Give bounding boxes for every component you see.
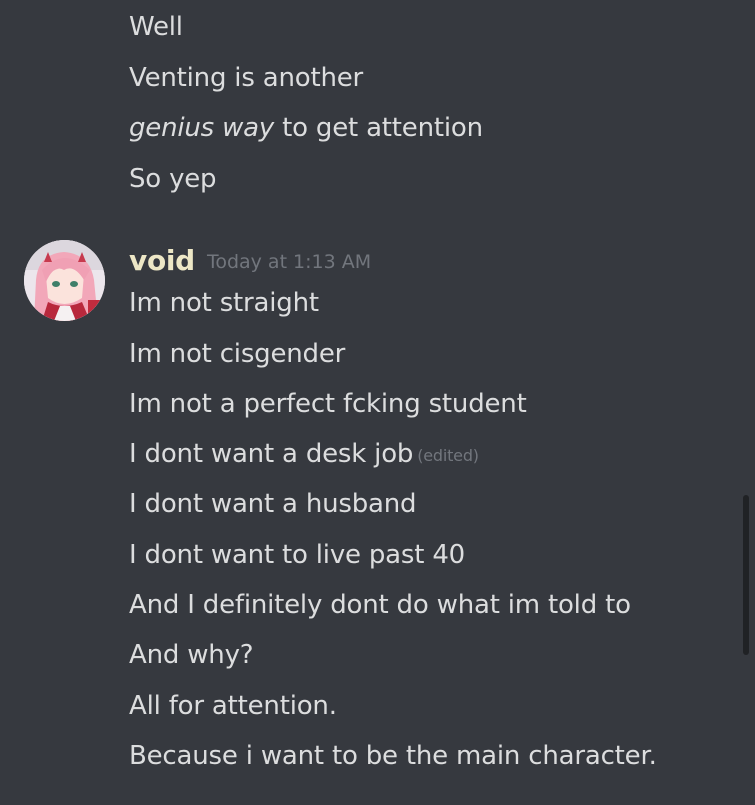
message-line: Im not cisgender: [129, 339, 346, 369]
anime-girl-avatar-icon: [24, 240, 105, 321]
message-line: I dont want a husband: [129, 489, 417, 519]
message-line: And I definitely dont do what im told to: [129, 590, 631, 620]
scrollbar-thumb[interactable]: [743, 495, 749, 655]
chat-messages: Well Venting is another genius way to ge…: [0, 0, 755, 805]
message-line: Im not a perfect fcking student: [129, 389, 527, 419]
message-line: I dont want to live past 40: [129, 540, 466, 570]
avatar[interactable]: [24, 240, 105, 321]
message-line: So yep: [129, 164, 217, 194]
scrollbar[interactable]: [743, 0, 749, 805]
message-text: I dont want a desk job: [129, 439, 414, 469]
message-line: Because i want to be the main character.: [129, 741, 657, 771]
message-line: Well: [129, 12, 183, 42]
message-header: void Today at 1:13 AM: [129, 244, 371, 278]
edited-label: (edited): [417, 446, 479, 465]
message-line: genius way to get attention: [129, 111, 483, 145]
message-line: And why?: [129, 640, 254, 670]
username[interactable]: void: [129, 244, 195, 277]
timestamp: Today at 1:13 AM: [206, 251, 372, 273]
message-line: All for attention.: [129, 691, 337, 721]
message-line: Im not straight: [129, 288, 319, 318]
italic-text: genius way: [129, 113, 275, 143]
message-line: I dont want a desk job (edited): [129, 437, 479, 473]
message-line: Venting is another: [129, 63, 364, 93]
message-text: to get attention: [274, 113, 483, 143]
